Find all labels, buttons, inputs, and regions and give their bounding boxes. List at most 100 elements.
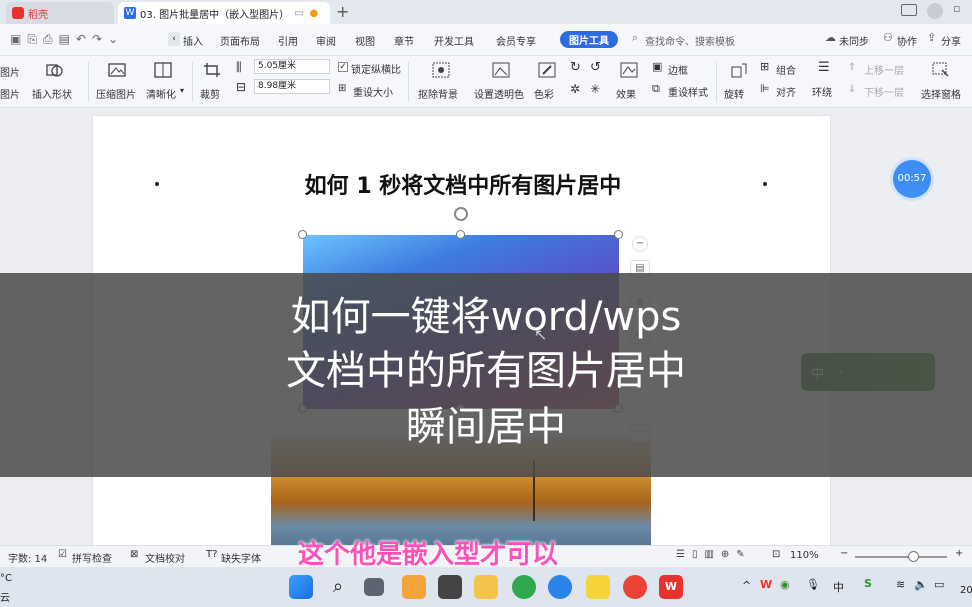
task-view-icon[interactable] (364, 578, 384, 596)
menu-collapse-icon[interactable]: ‹ (168, 32, 180, 46)
rotate-icon[interactable] (730, 62, 748, 78)
window-icon[interactable] (901, 4, 917, 16)
menu-picture-tools[interactable]: 图片工具 (560, 31, 618, 48)
avatar[interactable] (927, 3, 943, 19)
remove-background-button[interactable]: 抠除背景 (418, 86, 458, 101)
document-title[interactable]: 如何 1 秒将文档中所有图片居中 (223, 168, 703, 200)
tray-app-icon[interactable]: ◉ (780, 578, 790, 591)
tray-ime[interactable]: 中 (833, 579, 844, 595)
menu-developer[interactable]: 开发工具 (434, 33, 474, 48)
preview-icon[interactable]: ▤ (59, 32, 76, 46)
menu-chapter[interactable]: 章节 (394, 33, 414, 48)
undo-icon[interactable]: ↶ (76, 32, 92, 46)
missing-font-button[interactable]: 缺失字体 (221, 550, 261, 565)
tray-wps-icon[interactable]: W (760, 578, 772, 591)
insert-shape-button[interactable]: 插入形状 (32, 86, 72, 101)
selection-pane-icon[interactable] (932, 62, 950, 78)
collapse-circle-icon[interactable]: − (632, 236, 648, 252)
collab-button[interactable]: 协作 (897, 33, 917, 48)
wifi-icon[interactable]: ≋ (896, 578, 905, 591)
zoom-level[interactable]: 110% (790, 550, 819, 561)
selection-pane-button[interactable]: 选择窗格 (921, 86, 961, 101)
share-button[interactable]: 分享 (941, 33, 961, 48)
zoom-slider-thumb[interactable] (908, 551, 919, 562)
tray-expand-icon[interactable]: ^ (742, 579, 751, 592)
align-button[interactable]: 对齐 (776, 84, 796, 99)
color-icon[interactable] (538, 62, 556, 78)
clarity-icon[interactable] (154, 62, 172, 78)
search-icon[interactable]: ⌕ (632, 31, 638, 45)
start-menu-icon[interactable] (289, 575, 313, 599)
menu-insert[interactable]: 插入 (183, 33, 203, 48)
weather-text[interactable]: 云 (0, 589, 10, 604)
search-taskbar-icon[interactable]: ⌕ (326, 575, 350, 599)
chrome-icon[interactable] (623, 575, 647, 599)
reset-style-button[interactable]: 重设样式 (668, 84, 708, 99)
menu-review[interactable]: 审阅 (316, 33, 336, 48)
notes-icon[interactable] (586, 575, 610, 599)
send-backward-button[interactable]: 下移一层 (864, 84, 904, 99)
height-field[interactable]: 8.98厘米 (254, 79, 330, 94)
wrap-button[interactable]: 环绕 (812, 84, 832, 99)
color-button[interactable]: 色彩 (534, 86, 554, 101)
transparent-color-button[interactable]: 设置透明色 (474, 86, 524, 101)
insert-image-label[interactable]: 图片 (0, 86, 20, 101)
remove-background-icon[interactable] (432, 62, 450, 78)
crop-icon[interactable] (203, 62, 221, 78)
browser-icon[interactable] (512, 575, 536, 599)
bring-forward-button[interactable]: 上移一层 (864, 62, 904, 77)
microphone-icon[interactable]: 🎙 (806, 578, 820, 591)
menu-reference[interactable]: 引用 (278, 33, 298, 48)
screen-icon[interactable]: ▭ (294, 8, 303, 19)
border-button[interactable]: 边框 (668, 62, 688, 77)
brightness-down-icon[interactable]: ↺ (590, 60, 601, 75)
tab-docer[interactable]: 稻壳 (6, 2, 114, 24)
rotate-button[interactable]: 旋转 (724, 86, 744, 101)
timer-badge[interactable]: 00:57 (893, 160, 931, 198)
save-icon[interactable]: ▣ (10, 32, 27, 46)
crop-button[interactable]: 裁剪 (200, 86, 220, 101)
insert-shape-icon[interactable] (45, 62, 63, 78)
kook-icon[interactable] (548, 575, 572, 599)
menu-member[interactable]: 会员专享 (496, 33, 536, 48)
resize-handle-tr[interactable] (614, 230, 623, 239)
dropdown-icon[interactable]: ⌄ (108, 32, 124, 46)
wps-taskbar-icon[interactable]: W (659, 575, 683, 599)
fit-page-icon[interactable]: ⊡ (772, 549, 780, 560)
compress-image-button[interactable]: 压缩图片 (96, 86, 136, 101)
transparent-color-icon[interactable] (492, 62, 510, 78)
search-command-input[interactable]: 查找命令、搜索模板 (645, 33, 735, 48)
print-icon[interactable]: ⎙ (43, 32, 59, 46)
more-window-icon[interactable]: ▫ (953, 2, 960, 15)
sync-status[interactable]: 未同步 (839, 33, 869, 48)
volume-icon[interactable]: 🔈 (914, 578, 928, 591)
menu-page-layout[interactable]: 页面布局 (220, 33, 260, 48)
contrast-up-icon[interactable]: ✲ (570, 82, 580, 96)
word-count[interactable]: 字数: 14 (8, 550, 47, 565)
group-button[interactable]: 组合 (776, 62, 796, 77)
export-icon[interactable]: ⎘ (27, 32, 43, 46)
menu-view[interactable]: 视图 (355, 33, 375, 48)
zoom-out-button[interactable]: − (840, 548, 848, 559)
proofread-button[interactable]: 文档校对 (145, 550, 185, 565)
tab-document[interactable]: W 03. 图片批量居中（嵌入型图片） ▭ ● (118, 2, 330, 24)
battery-icon[interactable]: ▭ (934, 578, 944, 591)
resize-handle-tm[interactable] (456, 230, 465, 239)
width-field[interactable]: 5.05厘米 (254, 59, 330, 74)
tray-green-icon[interactable]: S (864, 577, 872, 590)
store-icon[interactable] (438, 575, 462, 599)
new-tab-button[interactable]: + (336, 2, 349, 21)
effects-icon[interactable] (620, 62, 638, 78)
effects-button[interactable]: 效果 (616, 86, 636, 101)
compress-image-icon[interactable] (108, 62, 126, 78)
weather-temp[interactable]: °C (0, 573, 12, 584)
clock[interactable]: 20 (960, 585, 972, 596)
brightness-up-icon[interactable]: ↻ (570, 60, 581, 75)
file-explorer-icon[interactable] (474, 575, 498, 599)
zoom-in-button[interactable]: + (955, 548, 963, 559)
lock-ratio-label[interactable]: 锁定纵横比 (351, 61, 401, 76)
zoom-slider[interactable] (855, 556, 947, 558)
redo-icon[interactable]: ↷ (92, 32, 108, 46)
edit-image-label[interactable]: 图片 (0, 64, 20, 79)
view-mode-icons[interactable]: ☰▯▥⊕✎ (676, 549, 752, 560)
